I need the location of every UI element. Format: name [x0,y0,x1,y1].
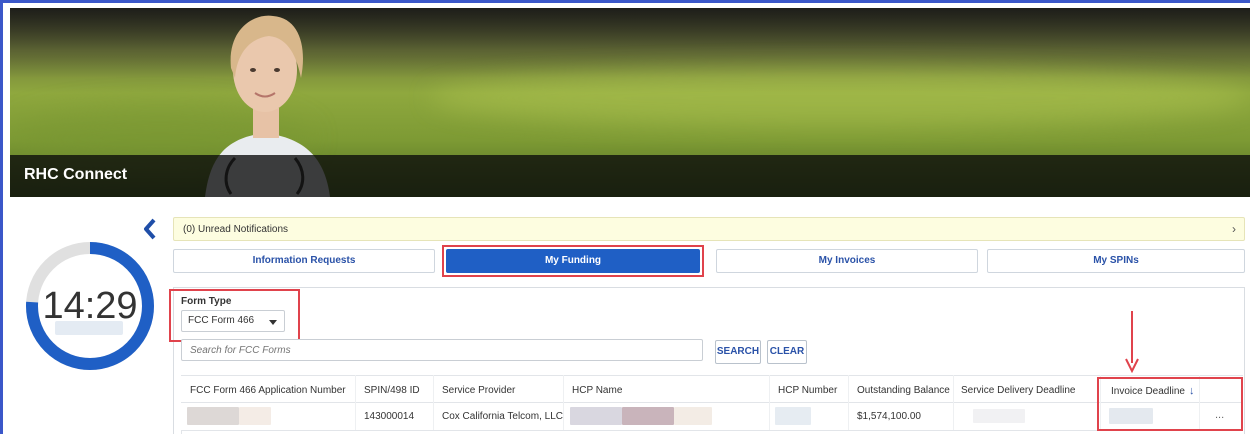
page: RHC Connect 14:29 (0) Unread Notificatio… [0,0,1250,434]
column-header[interactable]: Service Delivery Deadline [961,385,1076,396]
chevron-right-icon[interactable]: › [1232,222,1236,236]
column-header[interactable]: Service Provider [442,385,515,396]
column-header[interactable]: SPIN/498 ID [364,385,420,396]
outstanding-balance: $1,574,100.00 [857,411,921,422]
column-header[interactable]: HCP Name [572,385,622,396]
tab-information-requests[interactable]: Information Requests [173,249,435,273]
notifications-bar[interactable]: (0) Unread Notifications › [173,217,1245,241]
redacted-application-number [187,407,239,425]
arrow-down-icon [1125,311,1139,373]
redacted-hcp-name [570,407,622,425]
service-provider: Cox California Telcom, LLC [442,411,563,422]
timer-value: 14:29 [42,285,138,327]
clear-button[interactable]: CLEAR [767,340,807,364]
column-header[interactable]: FCC Form 466 Application Number [190,385,346,396]
redacted-application-number [239,407,271,425]
session-timer: 14:29 [23,239,157,373]
highlight-form-type [169,289,300,342]
redacted-text [55,321,123,335]
spin-id: 143000014 [364,411,415,422]
highlight-invoice-deadline [1097,377,1243,431]
tab-my-invoices[interactable]: My Invoices [716,249,978,273]
redacted-hcp-name [622,407,674,425]
redacted-service-delivery-deadline [973,409,1025,423]
redacted-hcp-name [674,407,712,425]
table-row[interactable]: 143000014 Cox California Telcom, LLC $1,… [181,403,1243,431]
column-header[interactable]: HCP Number [778,385,837,396]
app-title-bar: RHC Connect [10,155,1250,197]
chevron-left-icon[interactable] [142,218,158,240]
table-header: FCC Form 466 Application Number SPIN/498… [181,375,1243,403]
redacted-hcp-number [775,407,811,425]
column-header[interactable]: Outstanding Balance [857,385,950,396]
app-title: RHC Connect [24,166,128,183]
tab-my-spins[interactable]: My SPINs [987,249,1245,273]
search-button[interactable]: SEARCH [715,340,761,364]
search-input[interactable] [181,339,703,361]
notifications-text: (0) Unread Notifications [183,224,289,235]
highlight-my-funding [442,245,704,277]
